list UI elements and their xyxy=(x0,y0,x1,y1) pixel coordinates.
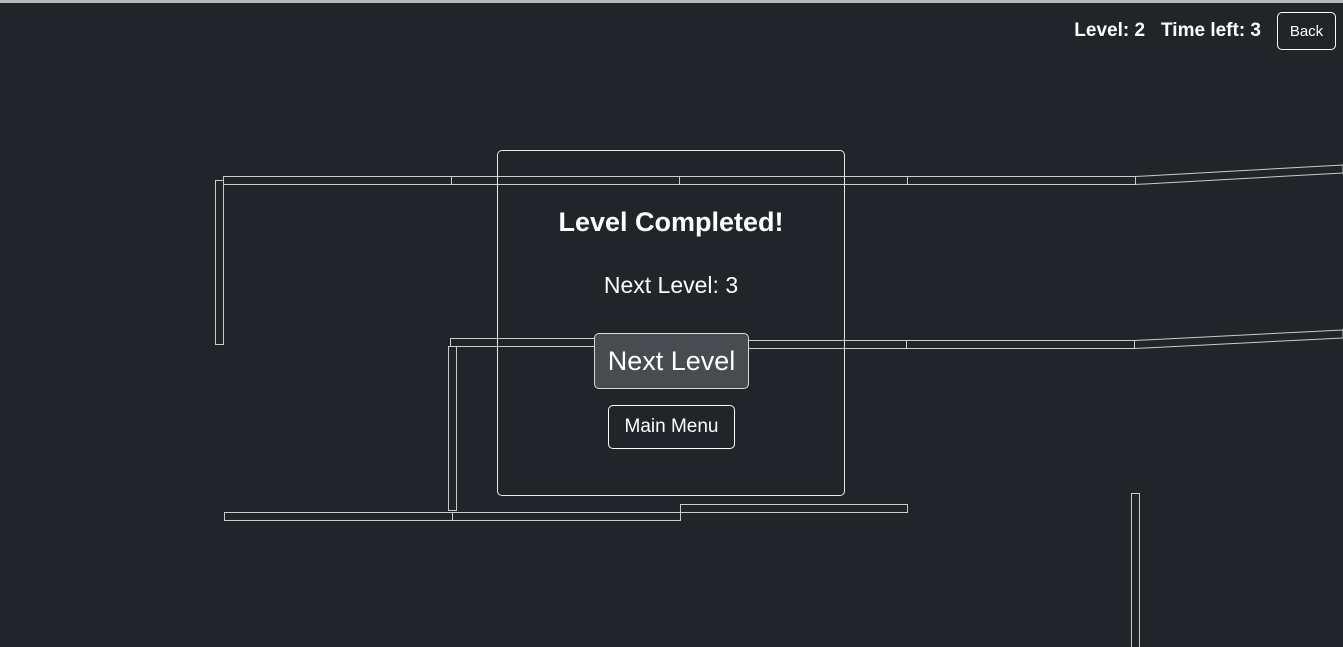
game-area: Level: 2 Time left: 3 Back Level Complet… xyxy=(0,0,1343,647)
maze-wall xyxy=(906,340,1135,349)
maze-wall xyxy=(224,512,453,521)
maze-wall xyxy=(452,512,681,521)
maze-wall xyxy=(448,346,457,511)
level-complete-dialog: Level Completed! Next Level: 3 Next Leve… xyxy=(497,150,845,496)
maze-wall xyxy=(215,180,224,345)
next-level-text: Next Level: 3 xyxy=(603,272,739,298)
back-button[interactable]: Back xyxy=(1277,12,1336,50)
maze-wall xyxy=(680,504,908,513)
maze-wall xyxy=(1131,493,1140,647)
next-level-button[interactable]: Next Level xyxy=(594,333,749,389)
maze-wall xyxy=(1134,329,1343,350)
time-left-indicator: Time left: 3 xyxy=(1161,20,1261,41)
level-indicator: Level: 2 xyxy=(1074,20,1146,41)
maze-wall xyxy=(1135,164,1343,186)
hud: Level: 2 Time left: 3 Back xyxy=(1074,12,1336,50)
maze-wall xyxy=(907,176,1136,185)
maze-wall xyxy=(223,176,452,185)
dialog-title: Level Completed! xyxy=(558,207,784,237)
main-menu-button[interactable]: Main Menu xyxy=(608,405,735,449)
